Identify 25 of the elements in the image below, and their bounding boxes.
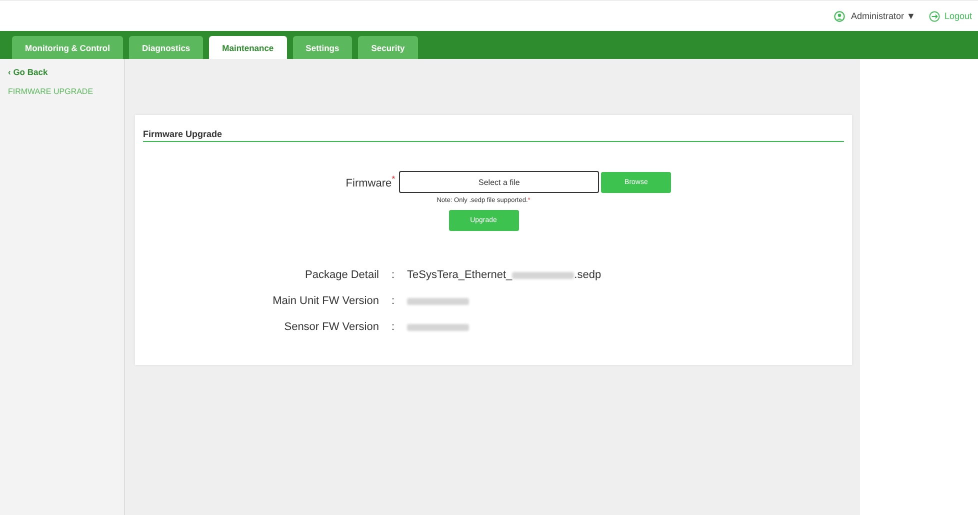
logout-icon bbox=[929, 10, 940, 22]
logout-link[interactable]: Logout bbox=[929, 10, 972, 22]
nav-tab[interactable]: Security bbox=[358, 36, 418, 59]
separator: : bbox=[390, 295, 396, 307]
nav-tab[interactable]: Monitoring & Control bbox=[12, 36, 123, 59]
separator: : bbox=[390, 321, 396, 333]
card-title: Firmware Upgrade bbox=[143, 115, 844, 142]
go-back-link[interactable]: ‹ Go Back bbox=[8, 67, 124, 77]
file-field[interactable]: Select a file bbox=[399, 171, 600, 193]
firmware-label: Firmware$^{*}$ bbox=[346, 174, 396, 190]
redacted-value bbox=[512, 272, 574, 278]
sidebar-item[interactable]: FIRMWARE UPGRADE bbox=[8, 87, 124, 96]
detail-value: .sedp bbox=[574, 269, 602, 281]
detail-value: TeSysTera_Ethernet_ bbox=[407, 269, 512, 281]
user-icon bbox=[834, 10, 846, 22]
detail-label: Sensor FW Version bbox=[283, 321, 379, 333]
nav-tab[interactable]: Diagnostics bbox=[128, 36, 204, 59]
detail-label: Package Detail bbox=[304, 269, 379, 281]
redacted-value bbox=[407, 324, 469, 330]
nav-tab[interactable]: Settings bbox=[292, 36, 352, 59]
redacted-value bbox=[407, 298, 469, 304]
detail-label: Main Unit FW Version bbox=[272, 295, 379, 307]
nav-tab[interactable]: Maintenance bbox=[209, 36, 287, 59]
user-menu[interactable]: Administrator ▼ bbox=[834, 10, 916, 22]
separator: : bbox=[390, 269, 396, 281]
